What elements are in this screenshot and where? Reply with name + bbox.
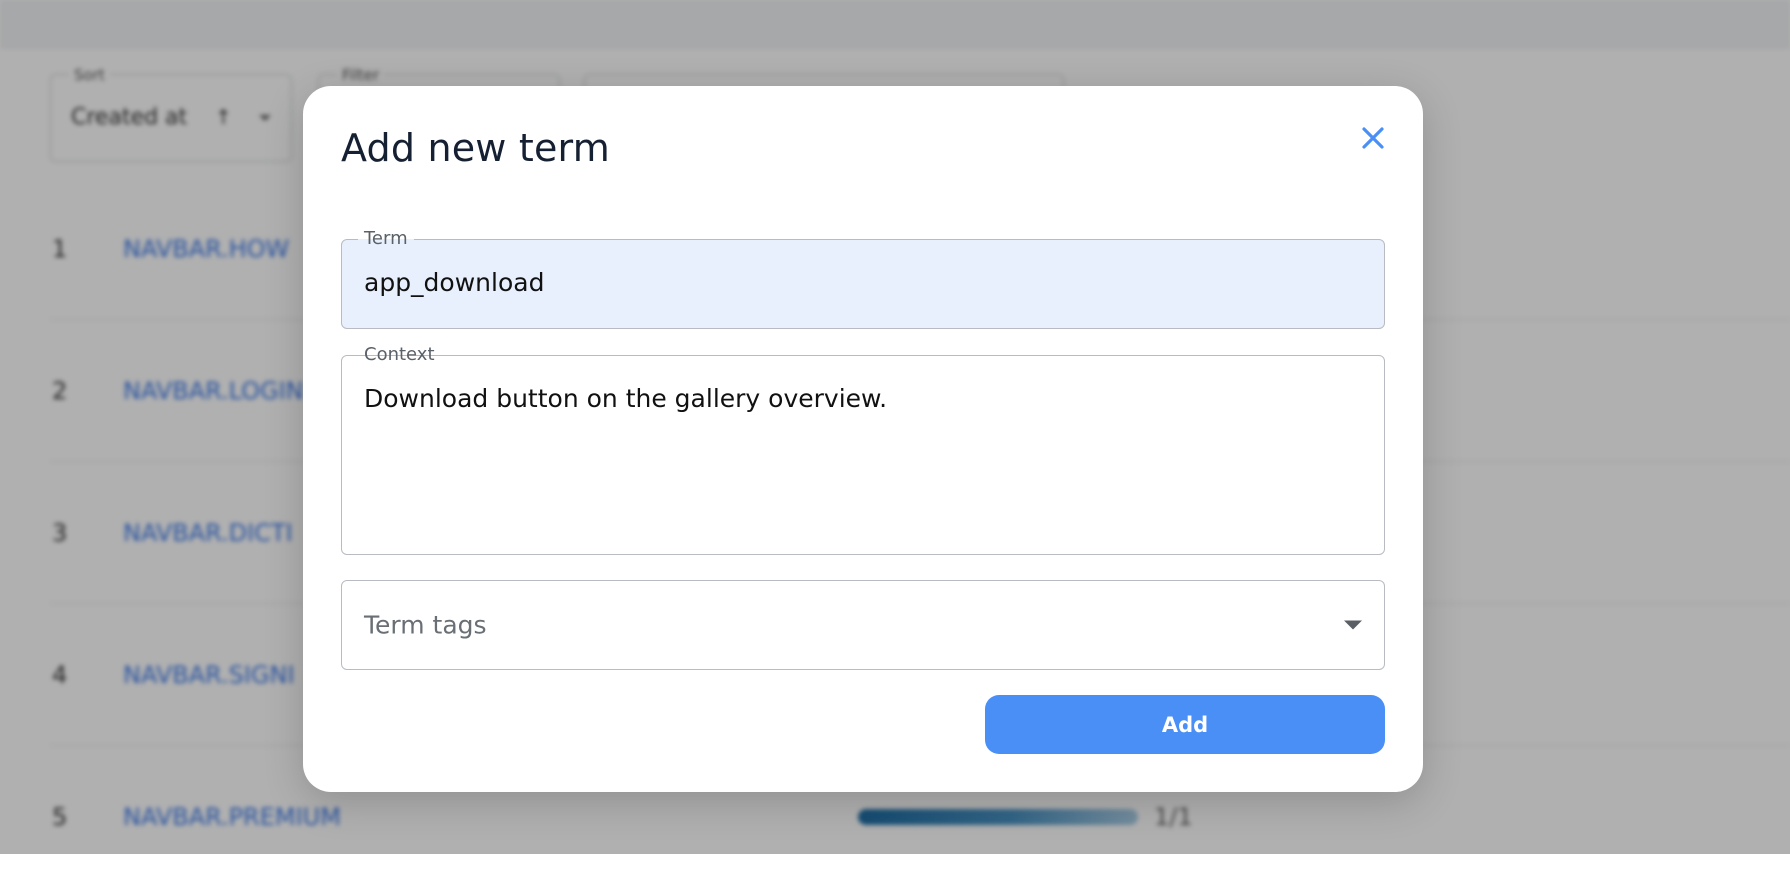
dialog-title: Add new term — [341, 126, 610, 170]
close-icon — [1362, 127, 1384, 149]
add-term-dialog: Add new term Term app_download Context D… — [303, 86, 1423, 792]
context-field-label: Context — [358, 345, 441, 365]
chevron-down-icon[interactable] — [1344, 620, 1362, 630]
term-tags-select[interactable]: Term tags — [341, 580, 1385, 670]
term-tags-placeholder: Term tags — [364, 610, 487, 640]
term-field-value: app_download — [364, 268, 545, 297]
term-field[interactable]: Term app_download — [341, 229, 1385, 329]
close-button[interactable] — [1353, 118, 1393, 158]
context-field[interactable]: Context Download button on the gallery o… — [341, 345, 1385, 555]
term-field-label: Term — [358, 229, 414, 249]
context-field-value: Download button on the gallery overview. — [364, 384, 888, 413]
add-button[interactable]: Add — [985, 695, 1385, 754]
